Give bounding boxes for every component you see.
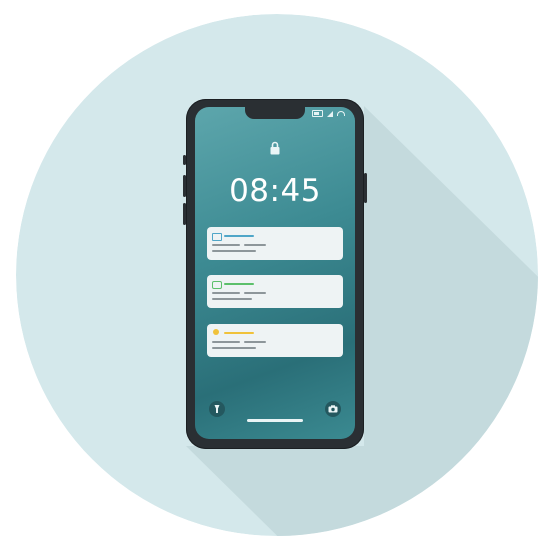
- phone-power-button: [364, 173, 367, 203]
- notification-card[interactable]: [207, 227, 343, 260]
- notification-text-line: [244, 341, 266, 343]
- flashlight-button[interactable]: [209, 401, 225, 417]
- home-indicator[interactable]: [247, 419, 303, 422]
- camera-icon: [328, 405, 338, 413]
- lock-screen: 08:45: [195, 107, 355, 439]
- contact-icon: [213, 329, 219, 335]
- camera-button[interactable]: [325, 401, 341, 417]
- notification-text-line: [212, 250, 256, 252]
- notification-title-line: [224, 283, 254, 285]
- notification-card[interactable]: [207, 275, 343, 308]
- message-icon: [212, 233, 222, 241]
- status-bar: [312, 110, 345, 117]
- notification-text-line: [212, 298, 252, 300]
- notification-card[interactable]: [207, 324, 343, 357]
- phone-volume-down-button: [183, 203, 186, 225]
- phone-side-button: [183, 155, 186, 165]
- chat-icon: [212, 281, 222, 289]
- notification-text-line: [244, 244, 266, 246]
- smartphone: 08:45: [183, 99, 367, 449]
- flashlight-icon: [214, 405, 220, 413]
- notification-text-line: [212, 347, 256, 349]
- padlock-icon: [270, 141, 280, 155]
- wifi-icon: [337, 111, 345, 116]
- notification-text-line: [212, 341, 240, 343]
- notification-text-line: [212, 292, 240, 294]
- notification-title-line: [224, 332, 254, 334]
- notification-text-line: [212, 244, 240, 246]
- signal-icon: [327, 110, 333, 117]
- phone-volume-up-button: [183, 175, 186, 197]
- notification-text-line: [244, 292, 266, 294]
- phone-notch: [245, 107, 305, 119]
- battery-icon: [312, 110, 323, 117]
- lock-screen-clock: 08:45: [229, 173, 321, 209]
- notification-title-line: [224, 235, 254, 237]
